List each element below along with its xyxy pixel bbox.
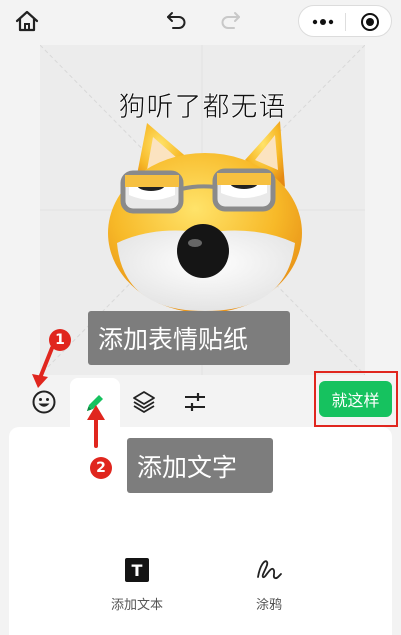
add-text-label[interactable]: 添加文本	[100, 594, 174, 613]
redo-icon[interactable]	[217, 8, 243, 32]
arrow-to-pen-icon	[87, 405, 105, 448]
done-button[interactable]: 就这样	[319, 381, 392, 417]
sticker-hint-callout: 添加表情贴纸	[88, 311, 290, 365]
scribble-icon[interactable]	[254, 555, 284, 583]
add-text-icon[interactable]: T	[125, 558, 149, 582]
undo-icon[interactable]	[164, 8, 190, 32]
more-dots-icon[interactable]	[311, 15, 335, 29]
smile-icon[interactable]	[31, 389, 57, 415]
adjust-icon[interactable]	[182, 389, 208, 415]
layers-icon[interactable]	[131, 389, 157, 415]
arrow-to-sticker-icon	[32, 346, 54, 388]
text-hint-label: 添加文字	[137, 452, 238, 482]
shiba-emoji-sticker[interactable]	[95, 115, 315, 315]
text-hint-callout: 添加文字	[127, 438, 273, 493]
scribble-label[interactable]: 涂鸦	[234, 594, 304, 613]
capsule-divider	[345, 13, 346, 31]
sticker-hint-label: 添加表情贴纸	[98, 325, 249, 354]
target-close-icon[interactable]	[360, 12, 380, 32]
home-icon[interactable]	[14, 9, 40, 33]
step-2-badge: 2	[90, 457, 112, 479]
miniprogram-capsule	[298, 5, 392, 37]
